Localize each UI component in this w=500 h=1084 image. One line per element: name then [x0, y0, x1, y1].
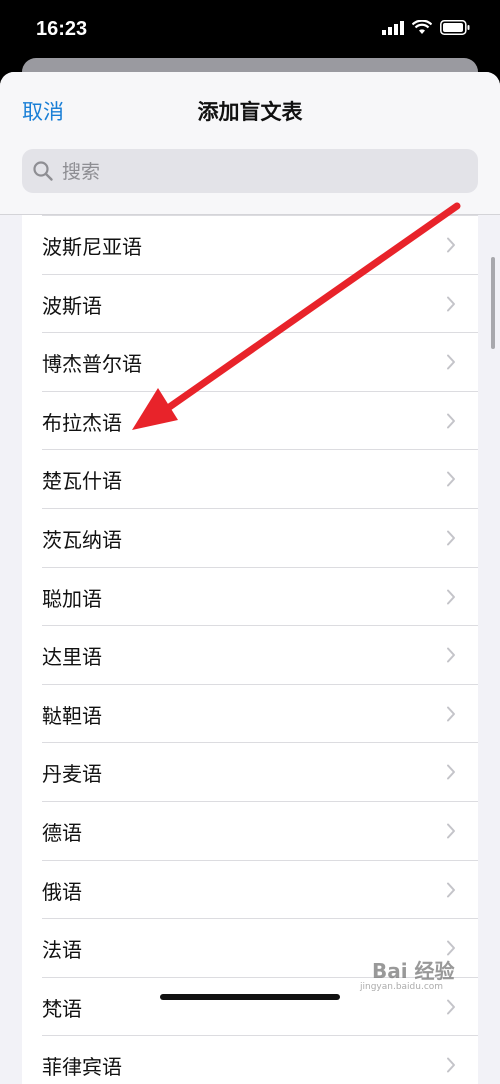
watermark-logo: Bai 经验 — [372, 959, 455, 983]
home-indicator[interactable] — [160, 994, 340, 1000]
red-arrow-annotation — [132, 202, 461, 430]
watermark-url: jingyan.baidu.com — [360, 982, 444, 992]
